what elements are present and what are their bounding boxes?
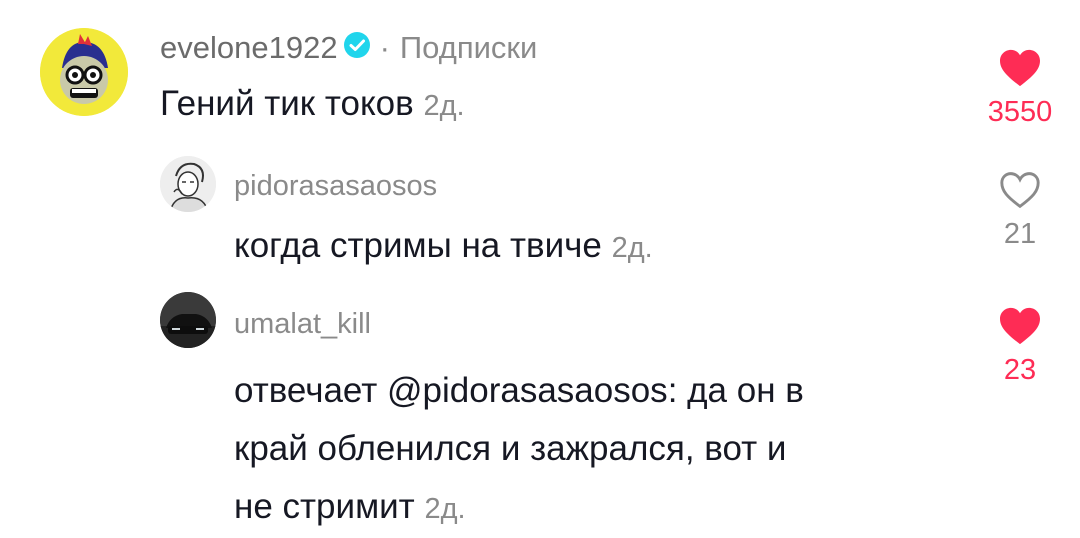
separator: · <box>379 30 390 65</box>
avatar[interactable] <box>160 156 216 212</box>
like-count: 21 <box>1003 218 1037 250</box>
like-count: 23 <box>1003 354 1037 386</box>
comment-text: Гений тик токов <box>160 84 414 123</box>
like-count: 3550 <box>987 96 1053 128</box>
avatar[interactable] <box>160 292 216 348</box>
username[interactable]: evelone1922 <box>160 30 338 66</box>
comment-text-line-2: край обленился и зажрался, вот и <box>234 429 787 468</box>
comment-evelone1922: evelone1922 · Подписки Гений тик токов 2… <box>0 0 1080 150</box>
comment-text-line-3: не стримит <box>234 487 415 526</box>
comment-line-3: не стримит 2д. <box>234 478 804 538</box>
timestamp: 2д. <box>611 232 653 264</box>
comment-text: когда стримы на твиче <box>234 226 602 265</box>
following-tag: Подписки <box>399 30 538 65</box>
username[interactable]: umalat_kill <box>234 308 371 341</box>
comment-text-line-1: : да он в <box>667 371 804 410</box>
heart-filled-icon <box>1000 307 1040 345</box>
timestamp: 2д. <box>423 90 465 122</box>
reply-prefix: отвечает <box>234 371 378 410</box>
sketch-avatar-icon <box>160 156 216 212</box>
like-button[interactable]: 23 <box>970 306 1070 387</box>
comment-umalat-kill: umalat_kill отвечает @pidorasasaosos: да… <box>0 280 1080 526</box>
heart-outline-icon <box>1000 172 1040 209</box>
avatar[interactable] <box>40 28 128 116</box>
mention-link[interactable]: @pidorasasaosos <box>387 371 668 410</box>
verified-badge-icon <box>343 30 370 66</box>
timestamp: 2д. <box>424 493 466 525</box>
like-button[interactable]: 3550 <box>970 48 1070 129</box>
username[interactable]: pidorasasaosos <box>234 170 437 203</box>
like-button[interactable]: 21 <box>970 170 1070 251</box>
comment-pidorasasaosos: pidorasasaosos когда стримы на твиче 2д.… <box>0 150 1080 280</box>
cartoon-avatar-icon <box>40 28 128 116</box>
car-avatar-icon <box>160 292 216 348</box>
heart-filled-icon <box>1000 49 1040 87</box>
comment-line-1: отвечает @pidorasasaosos: да он в <box>234 362 804 420</box>
